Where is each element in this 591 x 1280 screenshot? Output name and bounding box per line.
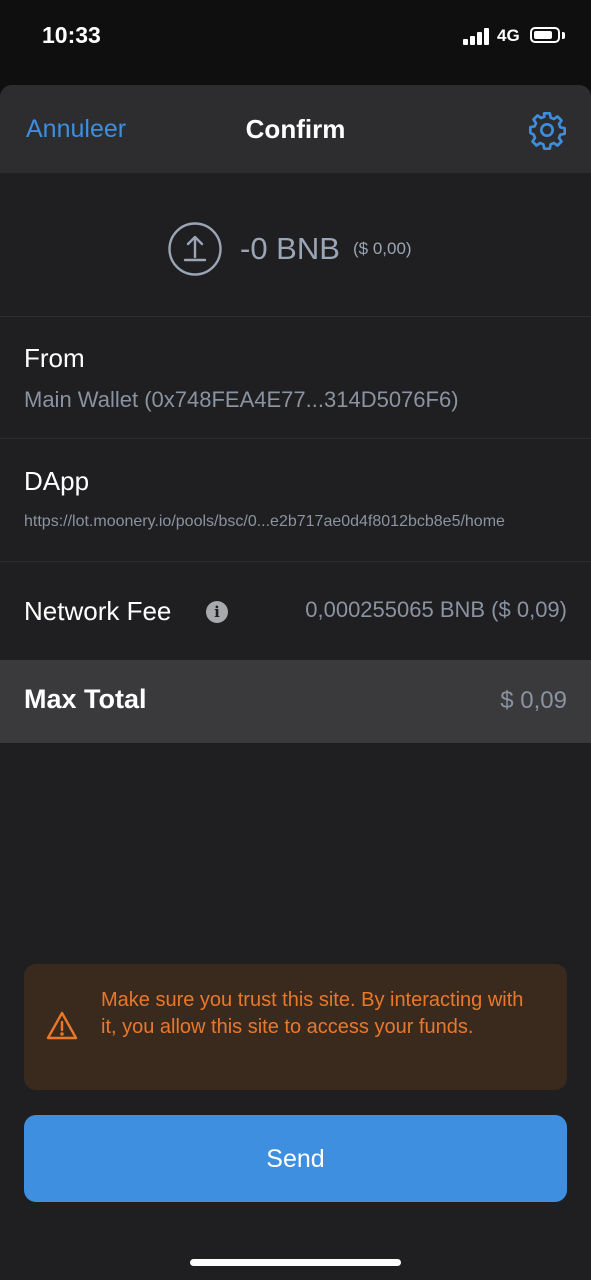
home-indicator[interactable]	[190, 1259, 401, 1266]
status-bar: 10:33 4G	[0, 0, 591, 84]
nav-bar: Annuleer Confirm	[0, 85, 591, 173]
network-fee-value: 0,000255065 BNB ($ 0,09)	[305, 597, 567, 622]
signal-icon	[463, 28, 491, 45]
warning-icon	[46, 1011, 78, 1040]
confirm-sheet: Annuleer Confirm -0 BNB ($ 0,00) From Ma…	[0, 85, 591, 1280]
divider	[0, 561, 591, 562]
from-label: From	[24, 343, 85, 373]
warning-banner: Make sure you trust this site. By intera…	[24, 964, 567, 1090]
max-total-value: $ 0,09	[500, 687, 567, 714]
max-total-label: Max Total	[24, 684, 147, 714]
amount-row: -0 BNB ($ 0,00)	[0, 173, 591, 317]
divider	[0, 438, 591, 439]
network-type: 4G	[497, 26, 520, 45]
dapp-label: DApp	[24, 466, 90, 496]
max-total-row: Max Total $ 0,09	[0, 660, 591, 743]
gear-icon[interactable]	[527, 110, 567, 150]
amount-fiat: ($ 0,00)	[353, 239, 412, 258]
from-value: Main Wallet (0x748FEA4E77...314D5076F6)	[24, 387, 459, 412]
warning-text: Make sure you trust this site. By intera…	[101, 989, 524, 1038]
send-button[interactable]: Send	[24, 1115, 567, 1202]
page-title: Confirm	[245, 114, 346, 144]
upload-icon	[168, 222, 222, 276]
amount-value: -0 BNB	[240, 231, 340, 266]
battery-icon	[530, 27, 560, 43]
network-fee-label: Network Fee	[24, 596, 172, 626]
dapp-url: https://lot.moonery.io/pools/bsc/0...e2b…	[24, 513, 505, 530]
info-icon[interactable]: i	[206, 601, 228, 623]
status-time: 10:33	[42, 22, 101, 48]
battery-tip	[562, 32, 565, 39]
